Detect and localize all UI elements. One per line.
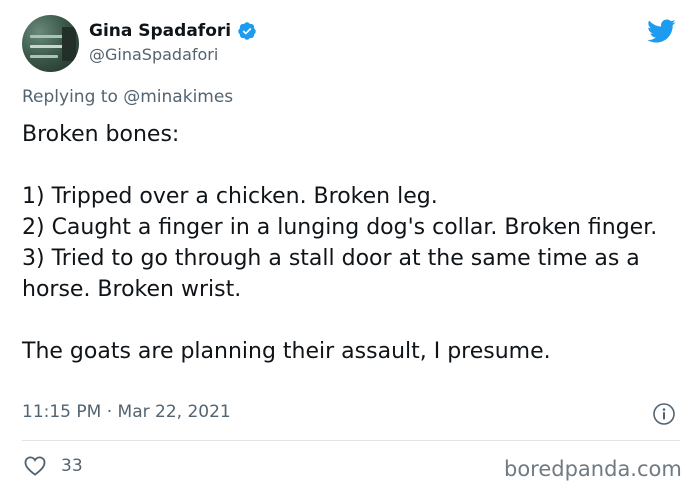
- twitter-bird-icon[interactable]: [644, 16, 678, 46]
- heart-icon[interactable]: [24, 456, 46, 476]
- author-display-name[interactable]: Gina Spadafori: [89, 21, 231, 41]
- watermark: boredpanda.com: [504, 457, 682, 481]
- tweet-line: 1) Tripped over a chicken. Broken leg.: [22, 184, 438, 209]
- tweet-text: Broken bones: 1) Tripped over a chicken.…: [22, 119, 682, 367]
- divider: [22, 440, 680, 441]
- author-name-row: Gina Spadafori: [89, 21, 257, 41]
- tweet-line: Broken bones:: [22, 122, 180, 147]
- author-handle[interactable]: @GinaSpadafori: [89, 45, 218, 64]
- like-count: 33: [61, 456, 83, 476]
- verified-badge-icon: [238, 22, 256, 40]
- avatar[interactable]: [22, 15, 79, 72]
- reply-mention-link[interactable]: @minakimes: [123, 87, 233, 107]
- tweet-line: The goats are planning their assault, I …: [22, 339, 551, 364]
- replying-to-prefix: Replying to: [22, 87, 124, 107]
- tweet-line: 2) Caught a finger in a lunging dog's co…: [22, 215, 658, 240]
- tweet-timestamp[interactable]: 11:15 PM · Mar 22, 2021: [22, 402, 231, 422]
- replying-to: Replying to @minakimes: [22, 87, 233, 107]
- info-icon[interactable]: [652, 402, 676, 426]
- tweet-line: 3) Tried to go through a stall door at t…: [22, 246, 640, 302]
